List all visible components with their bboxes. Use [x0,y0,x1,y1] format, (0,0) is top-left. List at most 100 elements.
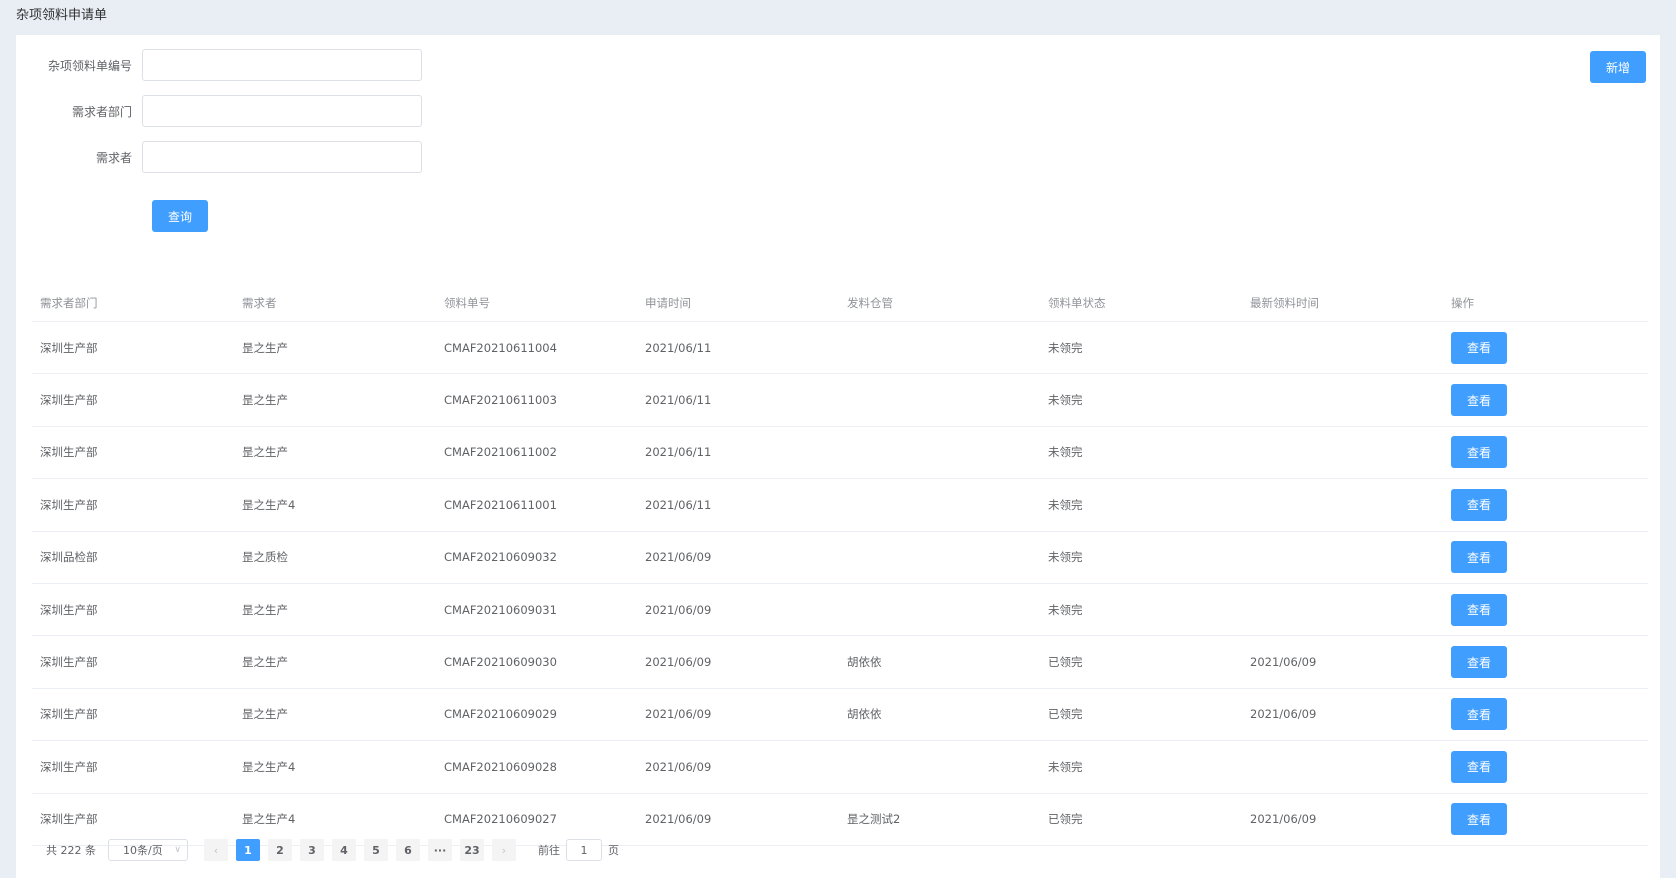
pagination: 共 222 条 10条/页 ∨ ‹ 123456···23 › 前往 页 [46,838,619,862]
page-list: 1 2 3 4 5 6 ··· 23 [236,839,492,861]
cell-order-no: CMAF20210611003 [444,393,557,408]
dept-input[interactable] [142,95,422,127]
table-row: 深圳生产部 昰之生产 CMAF20210611002 2021/06/11 未领完 查看 [32,427,1648,480]
next-page-button[interactable]: › [492,839,516,861]
table-row: 深圳生产部 昰之生产 CMAF20210609031 2021/06/09 未领完 查看 [32,584,1648,637]
header-apply-time: 申请时间 [645,295,691,310]
view-button[interactable]: 查看 [1451,646,1507,679]
page-button[interactable]: 4 [332,839,356,861]
cell-status: 未领完 [1048,759,1083,774]
table-row: 深圳生产部 昰之生产 CMAF20210609030 2021/06/09 胡依依 已领完… [32,636,1648,689]
view-button[interactable]: 查看 [1451,541,1507,574]
cell-requester: 昰之生产 [242,445,288,460]
cell-action: 查看 [1443,803,1648,836]
cell-requester: 昰之生产 [242,340,288,355]
goto-suffix: 页 [608,844,619,857]
header-order-no: 领料单号 [444,295,490,310]
table-header: 需求者部门 需求者 领料单号 申请时间 发料仓管 领料单状态 最新领料时间 操作 [32,268,1648,322]
table-body: 深圳生产部 昰之生产 CMAF20210611004 2021/06/11 未领完 查看深… [32,322,1648,846]
cell-requester: 昰之生产 [242,707,288,722]
cell-apply-time: 2021/06/11 [645,497,712,512]
cell-order-no: CMAF20210609031 [444,602,557,617]
cell-dept: 深圳品检部 [40,550,98,565]
cell-apply-time: 2021/06/09 [645,812,712,827]
cell-requester: 昰之生产 [242,602,288,617]
cell-action: 查看 [1443,331,1648,364]
cell-apply-time: 2021/06/09 [645,707,712,722]
cell-order-no: CMAF20210609030 [444,655,557,670]
dept-row: 需求者部门 [16,95,422,127]
cell-action: 查看 [1443,750,1648,783]
view-button[interactable]: 查看 [1451,698,1507,731]
cell-latest-time: 2021/06/09 [1250,707,1317,722]
requester-label: 需求者 [95,150,132,165]
page-size-select[interactable]: 10条/页 ∨ [108,839,188,861]
cell-status: 未领完 [1048,550,1083,565]
cell-order-no: CMAF20210609032 [444,550,557,565]
cell-apply-time: 2021/06/09 [645,602,712,617]
view-button[interactable]: 查看 [1451,331,1507,364]
cell-status: 已领完 [1048,707,1083,722]
page-button[interactable]: 23 [460,839,484,861]
cell-apply-time: 2021/06/11 [645,393,712,408]
header-action: 操作 [1451,295,1474,310]
page-button[interactable]: 5 [364,839,388,861]
chevron-down-icon: ∨ [174,845,181,855]
cell-dept: 深圳生产部 [40,707,98,722]
cell-action: 查看 [1443,698,1648,731]
cell-order-no: CMAF20210611002 [444,445,557,460]
view-button[interactable]: 查看 [1451,593,1507,626]
cell-dept: 深圳生产部 [40,602,98,617]
page-button[interactable]: ··· [428,839,452,861]
goto-prefix: 前往 [538,844,560,857]
cell-latest-time: 2021/06/09 [1250,812,1317,827]
cell-dept: 深圳生产部 [40,340,98,355]
order-no-label: 杂项领料单编号 [47,58,132,73]
cell-action: 查看 [1443,488,1648,521]
page-button[interactable]: 1 [236,839,260,861]
main-panel: 杂项领料单编号 需求者部门 需求者 查询 新增 需求者部门 需求者 领料单号 申… [16,35,1660,878]
cell-requester: 昰之生产 [242,393,288,408]
cell-order-no: CMAF20210609029 [444,707,557,722]
requester-input[interactable] [142,141,422,173]
order-no-row: 杂项领料单编号 [16,49,422,81]
cell-keeper: 胡依依 [847,707,882,722]
header-dept: 需求者部门 [40,295,98,310]
cell-dept: 深圳生产部 [40,812,98,827]
page-button[interactable]: 2 [268,839,292,861]
header-status: 领料单状态 [1048,295,1106,310]
cell-requester: 昰之生产4 [242,497,296,512]
cell-requester: 昰之生产4 [242,812,296,827]
page-button[interactable]: 3 [300,839,324,861]
page-button[interactable]: 6 [396,839,420,861]
view-button[interactable]: 查看 [1451,488,1507,521]
requisition-table: 需求者部门 需求者 领料单号 申请时间 发料仓管 领料单状态 最新领料时间 操作… [32,268,1648,846]
table-row: 深圳生产部 昰之生产 CMAF20210611003 2021/06/11 未领完 查看 [32,374,1648,427]
page-size-value: 10条/页 [123,844,163,857]
view-button[interactable]: 查看 [1451,750,1507,783]
cell-dept: 深圳生产部 [40,497,98,512]
cell-apply-time: 2021/06/09 [645,550,712,565]
goto-page-input[interactable] [566,839,602,861]
search-button[interactable]: 查询 [152,200,208,232]
page-title: 杂项领料申请单 [16,8,108,23]
prev-page-button[interactable]: ‹ [204,839,228,861]
cell-dept: 深圳生产部 [40,445,98,460]
header-requester: 需求者 [242,295,277,310]
order-no-input[interactable] [142,49,422,81]
requester-row: 需求者 [16,141,422,173]
cell-action: 查看 [1443,593,1648,626]
view-button[interactable]: 查看 [1451,384,1507,417]
cell-apply-time: 2021/06/09 [645,655,712,670]
cell-status: 已领完 [1048,812,1083,827]
cell-order-no: CMAF20210609027 [444,812,557,827]
view-button[interactable]: 查看 [1451,436,1507,469]
cell-status: 未领完 [1048,445,1083,460]
header-latest-time: 最新领料时间 [1250,295,1319,310]
view-button[interactable]: 查看 [1451,803,1507,836]
cell-keeper: 昰之测试2 [847,812,901,827]
add-button[interactable]: 新增 [1590,51,1646,83]
header-keeper: 发料仓管 [847,295,893,310]
cell-status: 未领完 [1048,497,1083,512]
cell-action: 查看 [1443,384,1648,417]
